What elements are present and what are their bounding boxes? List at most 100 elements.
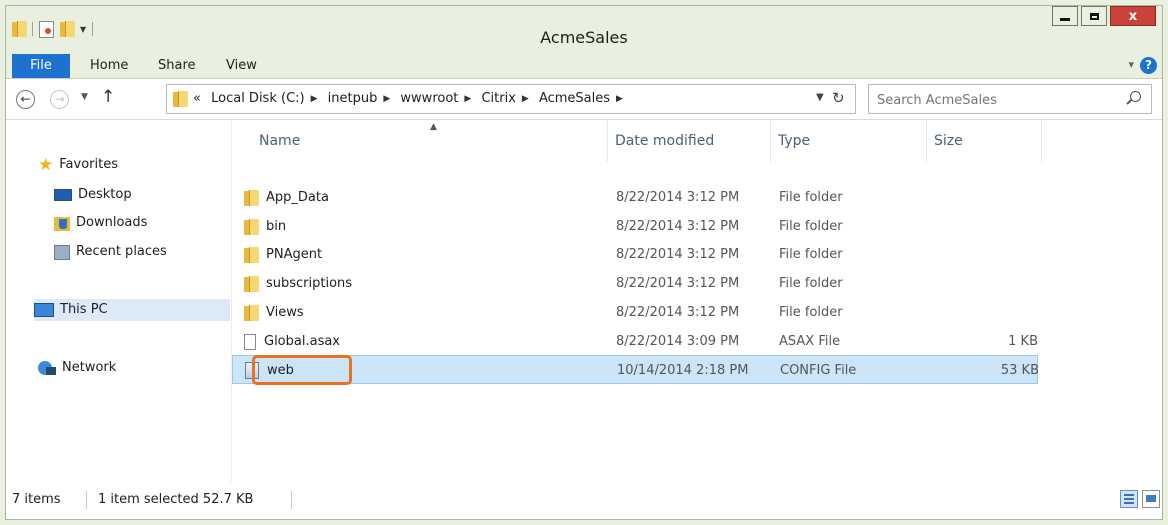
file-icon xyxy=(244,333,256,350)
column-header-name[interactable]: Name ▲ xyxy=(252,120,608,162)
breadcrumb-wwwroot[interactable]: wwwroot xyxy=(400,91,458,106)
file-size xyxy=(932,298,1038,327)
table-row[interactable]: Views 8/22/2014 3:12 PM File folder xyxy=(232,298,1038,327)
ribbon-tabs: File Home Share View ▾ ? xyxy=(6,54,1162,79)
caption-buttons: x xyxy=(1049,6,1156,26)
star-icon: ★ xyxy=(38,154,54,175)
file-date: 10/14/2014 2:18 PM xyxy=(617,363,749,378)
close-icon: x xyxy=(1128,8,1138,24)
column-header-date-modified[interactable]: Date modified xyxy=(608,120,771,162)
computer-icon xyxy=(34,303,54,317)
main-content: ★ Favorites Desktop Downloads Recent pla… xyxy=(6,120,1162,482)
address-dropdown-icon[interactable]: ▼ xyxy=(816,92,824,103)
column-header-label: Name xyxy=(259,133,301,149)
breadcrumb-arrow-icon[interactable]: ▶ xyxy=(311,94,318,104)
sidebar-item-label: Network xyxy=(62,360,117,375)
file-type: CONFIG File xyxy=(780,363,857,378)
column-header-size[interactable]: Size xyxy=(927,120,1042,162)
file-type: File folder xyxy=(779,276,843,291)
file-name: PNAgent xyxy=(266,247,323,262)
recent-places-icon xyxy=(54,244,70,260)
file-size xyxy=(932,183,1038,212)
selection-info: 1 item selected 52.7 KB xyxy=(98,492,254,507)
file-size: 53 KB xyxy=(1000,363,1039,378)
explorer-window: ▾ AcmeSales x File Home Share View ▾ ? ←… xyxy=(5,5,1163,520)
column-headers: Name ▲ Date modified Type Size xyxy=(232,120,1042,162)
file-list: Name ▲ Date modified Type Size App_Data … xyxy=(232,120,1162,482)
forward-button[interactable]: → xyxy=(50,90,69,109)
file-date: 8/22/2014 3:09 PM xyxy=(616,334,740,349)
table-row[interactable]: PNAgent 8/22/2014 3:12 PM File folder xyxy=(232,240,1038,269)
desktop-icon xyxy=(54,189,72,201)
sidebar-item-label: Favorites xyxy=(59,157,118,172)
tab-file[interactable]: File xyxy=(12,54,70,78)
large-icons-view-icon[interactable] xyxy=(1142,490,1160,508)
file-size: 1 KB xyxy=(1008,334,1038,349)
tab-home[interactable]: Home xyxy=(90,54,128,78)
navigation-pane: ★ Favorites Desktop Downloads Recent pla… xyxy=(6,120,232,482)
folder-icon xyxy=(244,275,259,292)
breadcrumb-acmesales[interactable]: AcmeSales xyxy=(539,91,610,106)
sidebar-item-label: This PC xyxy=(60,302,108,317)
highlight-outline xyxy=(252,355,352,385)
sidebar-item-network[interactable]: Network xyxy=(38,357,116,379)
close-button[interactable]: x xyxy=(1110,6,1156,26)
address-bar[interactable]: « Local Disk (C:) ▶ inetpub ▶ wwwroot ▶ Cit… xyxy=(166,84,856,114)
folder-icon xyxy=(173,91,188,107)
breadcrumb-overflow[interactable]: « xyxy=(193,91,201,106)
table-row[interactable]: bin 8/22/2014 3:12 PM File folder xyxy=(232,212,1038,241)
folder-icon xyxy=(244,218,259,235)
sidebar-item-favorites[interactable]: ★ Favorites xyxy=(38,154,118,176)
refresh-icon[interactable]: ↻ xyxy=(832,89,845,107)
file-name: App_Data xyxy=(266,190,329,205)
sidebar-item-downloads[interactable]: Downloads xyxy=(54,212,147,234)
up-button[interactable]: ↑ xyxy=(101,87,115,107)
column-header-type[interactable]: Type xyxy=(771,120,927,162)
breadcrumb-arrow-icon[interactable]: ▶ xyxy=(616,94,623,104)
recent-locations-dropdown-icon[interactable]: ▼ xyxy=(81,92,88,102)
breadcrumb-arrow-icon[interactable]: ▶ xyxy=(383,94,390,104)
minimize-button[interactable] xyxy=(1052,6,1078,26)
file-date: 8/22/2014 3:12 PM xyxy=(616,190,740,205)
table-row[interactable]: Global.asax 8/22/2014 3:09 PM ASAX File … xyxy=(232,327,1038,356)
folder-icon xyxy=(244,246,259,263)
search-icon[interactable] xyxy=(1130,91,1141,102)
back-button[interactable]: ← xyxy=(16,90,35,109)
maximize-icon xyxy=(1089,12,1099,20)
sidebar-item-label: Recent places xyxy=(76,244,167,259)
breadcrumb: « Local Disk (C:) ▶ inetpub ▶ wwwroot ▶ Cit… xyxy=(193,91,629,106)
folder-icon xyxy=(244,189,259,206)
file-name: bin xyxy=(266,219,287,234)
file-type: ASAX File xyxy=(779,334,841,349)
breadcrumb-inetpub[interactable]: inetpub xyxy=(328,91,378,106)
breadcrumb-citrix[interactable]: Citrix xyxy=(481,91,515,106)
status-divider xyxy=(291,491,292,509)
search-box xyxy=(868,84,1152,115)
breadcrumb-arrow-icon[interactable]: ▶ xyxy=(464,94,471,104)
file-type: File folder xyxy=(779,190,843,205)
navigation-bar: ← → ▼ ↑ « Local Disk (C:) ▶ inetpub ▶ wwwr… xyxy=(6,79,1162,120)
expand-ribbon-chevron-icon[interactable]: ▾ xyxy=(1128,58,1134,71)
sidebar-item-this-pc[interactable]: This PC xyxy=(34,299,230,321)
file-size xyxy=(932,269,1038,298)
tab-share[interactable]: Share xyxy=(158,54,196,78)
breadcrumb-local-disk[interactable]: Local Disk (C:) xyxy=(211,91,304,106)
table-row[interactable]: web 10/14/2014 2:18 PM CONFIG File 53 KB xyxy=(232,355,1039,384)
search-input[interactable] xyxy=(869,85,1119,115)
table-row[interactable]: App_Data 8/22/2014 3:12 PM File folder xyxy=(232,183,1038,212)
file-name: Views xyxy=(266,305,304,320)
downloads-icon xyxy=(54,216,70,231)
details-view-icon[interactable] xyxy=(1120,490,1138,508)
sidebar-item-recent-places[interactable]: Recent places xyxy=(54,241,167,263)
breadcrumb-arrow-icon[interactable]: ▶ xyxy=(522,94,529,104)
sidebar-item-label: Desktop xyxy=(78,187,132,202)
help-icon[interactable]: ? xyxy=(1140,57,1157,74)
file-size xyxy=(932,240,1038,269)
tab-view[interactable]: View xyxy=(226,54,257,78)
network-icon xyxy=(38,360,56,376)
sidebar-item-desktop[interactable]: Desktop xyxy=(54,184,132,206)
file-type: File folder xyxy=(779,305,843,320)
table-row[interactable]: subscriptions 8/22/2014 3:12 PM File fol… xyxy=(232,269,1038,298)
status-divider xyxy=(86,491,87,509)
maximize-button[interactable] xyxy=(1081,6,1107,26)
